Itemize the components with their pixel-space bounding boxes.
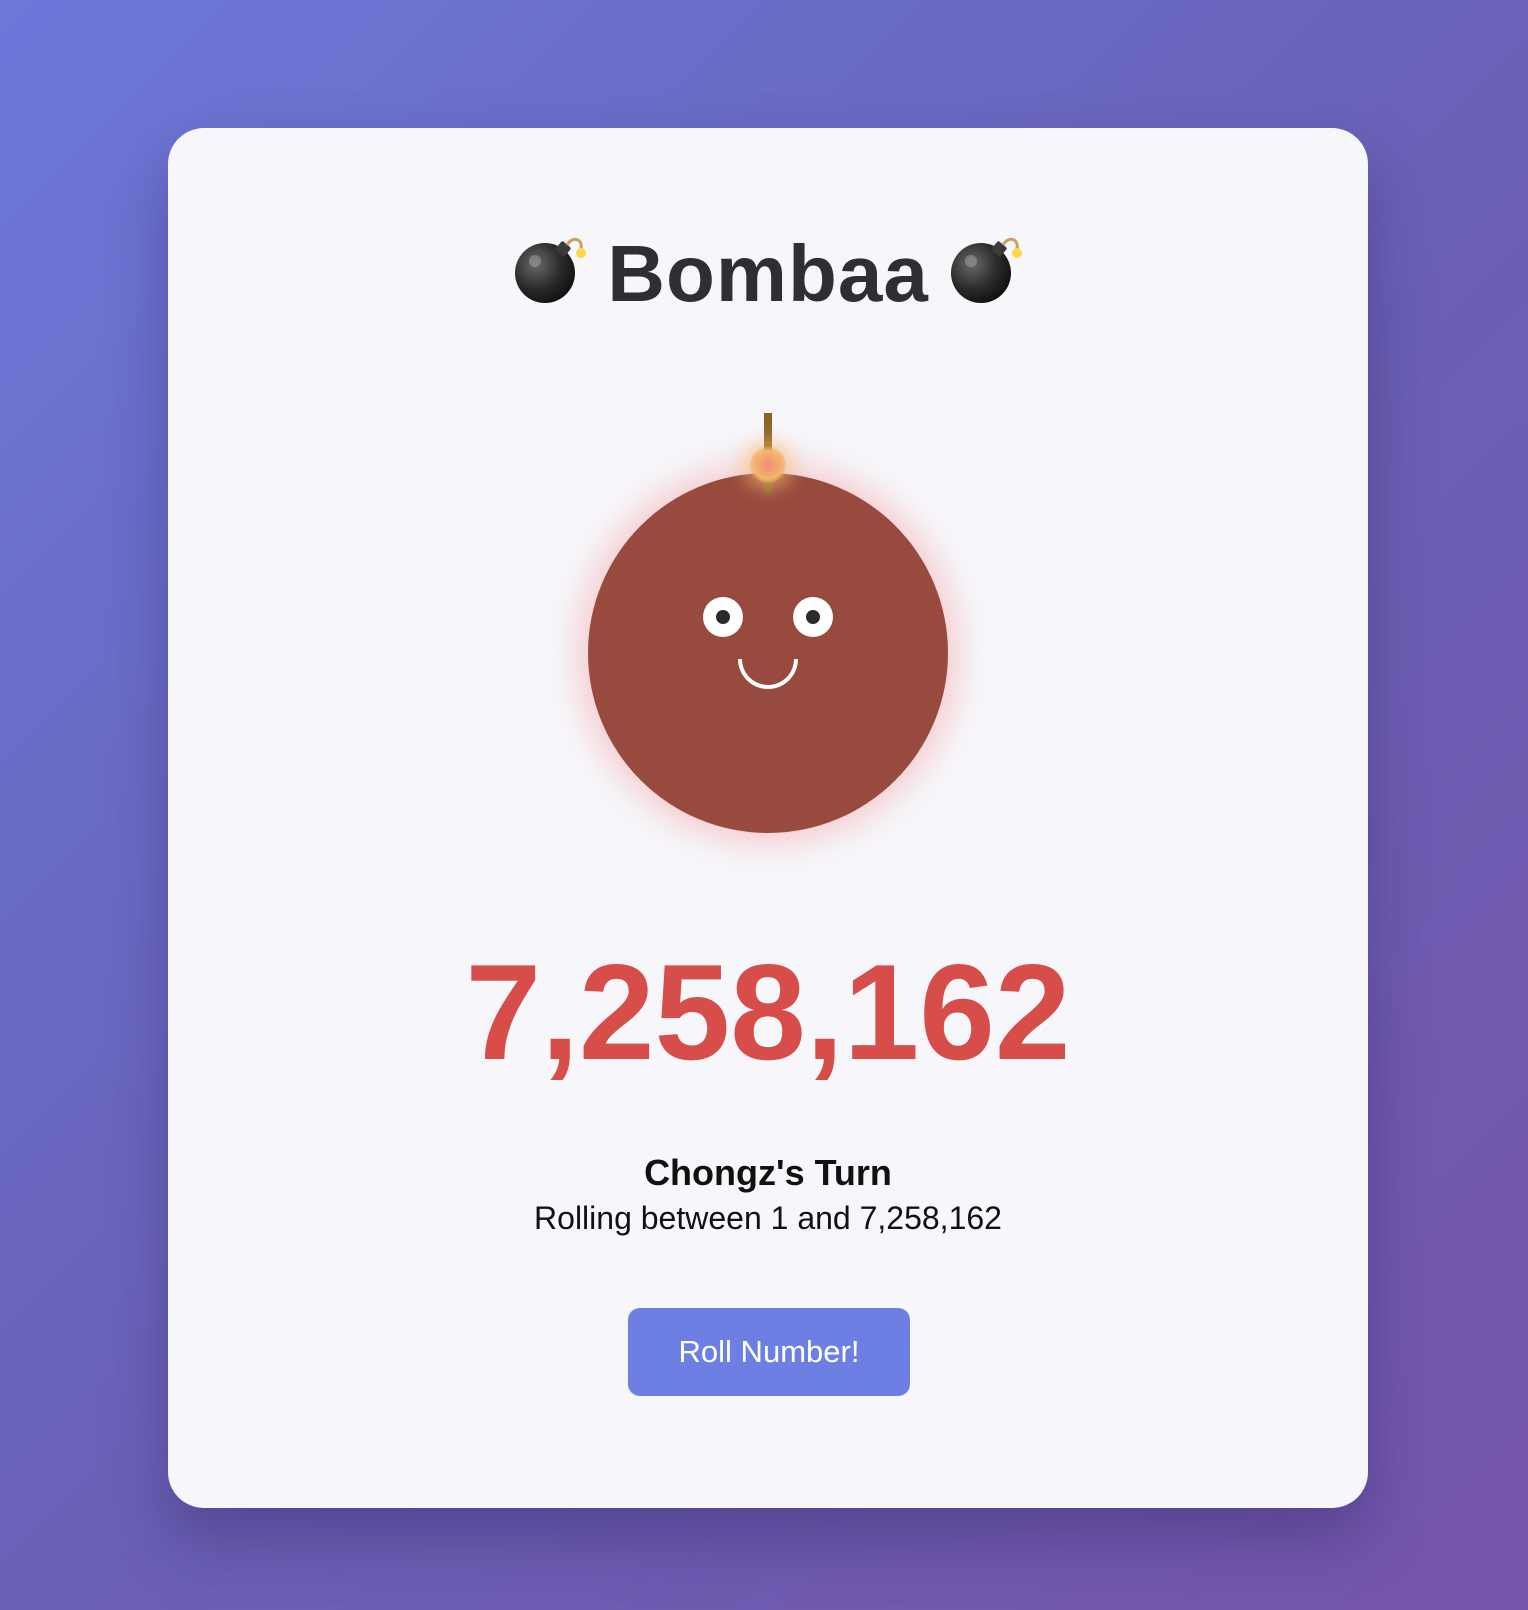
bomb-icon: [947, 229, 1025, 307]
bomb-body: [588, 473, 948, 833]
bomb-icon: [511, 229, 589, 307]
left-pupil: [716, 610, 730, 624]
spark-icon: [750, 447, 786, 483]
page-title: Bombaa: [168, 228, 1368, 320]
roll-range-text: Rolling between 1 and 7,258,162: [534, 1200, 1002, 1236]
left-eye-icon: [703, 597, 743, 637]
smile-icon: [738, 659, 798, 689]
app-title: Bombaa: [607, 229, 929, 318]
right-eye-icon: [793, 597, 833, 637]
bomb-character: [588, 413, 948, 833]
right-pupil: [806, 610, 820, 624]
game-card: Bombaa 7,258,162 Chongz's Turn Rolling b…: [168, 128, 1368, 1508]
roll-number-button[interactable]: Roll Number!: [628, 1308, 910, 1396]
turn-panel: Chongz's Turn Rolling between 1 and 7,25…: [264, 1118, 1272, 1258]
turn-label: Chongz's Turn: [644, 1152, 892, 1193]
current-number: 7,258,162: [465, 936, 1071, 1088]
